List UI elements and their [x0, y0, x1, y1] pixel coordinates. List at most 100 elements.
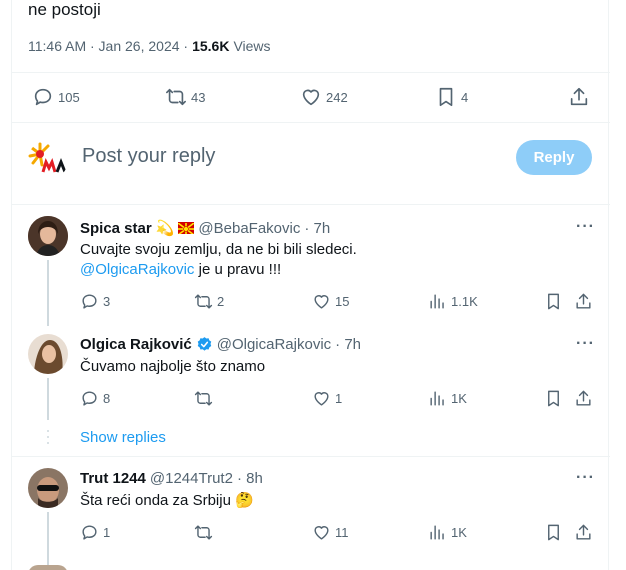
flag-mk-icon — [178, 222, 195, 234]
like-count: 242 — [326, 89, 348, 105]
retweet-action[interactable]: 43 — [165, 86, 205, 108]
user-handle[interactable]: @1244Trut2 — [150, 470, 233, 487]
divider — [12, 122, 610, 123]
reply-time[interactable]: · 7h — [335, 336, 361, 353]
retweet-action[interactable] — [194, 523, 217, 542]
bookmark-icon — [548, 293, 559, 310]
like-icon — [314, 392, 329, 406]
share-action[interactable] — [568, 86, 590, 108]
like-action[interactable]: 1 — [312, 389, 342, 408]
divider — [12, 204, 610, 205]
avatar-photo-icon — [28, 468, 68, 508]
bookmark-action[interactable] — [544, 523, 563, 542]
reply-header: Trut 1244 @1244Trut2 · 8h — [80, 470, 263, 487]
views-action[interactable]: 1K — [428, 389, 467, 408]
thread-line — [47, 260, 49, 326]
reply-text: Čuvamo najbolje što znamo — [80, 358, 266, 375]
reply-count: 105 — [58, 89, 80, 105]
like-action[interactable]: 11 — [312, 523, 349, 542]
like-count: 1 — [335, 391, 343, 406]
divider — [12, 72, 610, 73]
show-replies-link[interactable]: Show replies — [80, 429, 166, 446]
views-label: Views — [233, 38, 271, 54]
reply-text-line2: @OlgicaRajkovic je u pravu !!! — [80, 260, 357, 280]
views-count: 1K — [451, 525, 467, 540]
reply-header: Spica star 💫 @BebaFakovic · 7h — [80, 219, 330, 238]
retweet-action[interactable] — [194, 389, 217, 408]
more-icon[interactable]: ··· — [576, 218, 595, 236]
share-icon — [576, 293, 591, 309]
views-icon — [430, 294, 444, 309]
tweet-text: ne postoji — [28, 0, 101, 19]
retweet-icon — [194, 391, 213, 406]
retweet-icon — [166, 88, 186, 106]
share-action[interactable] — [574, 389, 593, 408]
user-name[interactable]: Trut 1244 — [80, 470, 146, 487]
bookmark-action[interactable] — [544, 292, 563, 311]
views-action[interactable]: 1K — [428, 523, 467, 542]
bookmark-icon — [548, 390, 559, 407]
mention-link[interactable]: @OlgicaRajkovic — [80, 261, 194, 278]
reply-count: 3 — [103, 294, 111, 309]
more-icon[interactable]: ··· — [576, 469, 595, 487]
retweet-action[interactable]: 2 — [194, 292, 224, 311]
like-action[interactable]: 242 — [300, 86, 348, 108]
reply-action[interactable]: 8 — [80, 389, 110, 408]
bookmark-icon — [439, 87, 453, 107]
avatar-photo-icon — [28, 334, 68, 374]
like-count: 15 — [335, 294, 350, 309]
reply-count: 8 — [103, 391, 111, 406]
reply-icon — [82, 525, 97, 540]
retweet-count: 2 — [217, 294, 225, 309]
reply-button[interactable]: Reply — [516, 140, 592, 175]
brand-logo-icon — [28, 142, 67, 173]
thread-line — [47, 378, 49, 420]
like-icon — [314, 295, 329, 309]
avatar[interactable] — [28, 334, 68, 374]
reply-icon — [82, 391, 97, 406]
bookmark-action[interactable]: 4 — [435, 86, 468, 108]
views-icon — [430, 525, 444, 540]
views-count: 1.1K — [451, 294, 478, 309]
like-icon — [314, 526, 329, 540]
reply-text-line1: Cuvajte svoju zemlju, da ne bi bili sled… — [80, 241, 357, 258]
views-action[interactable]: 1.1K — [428, 292, 478, 311]
avatar[interactable] — [28, 468, 68, 508]
thread-dots — [47, 430, 49, 448]
bookmark-count: 4 — [461, 89, 469, 105]
user-handle[interactable]: @BebaFakovic — [198, 220, 300, 237]
user-name[interactable]: Spica star — [80, 220, 152, 237]
like-icon — [302, 89, 320, 106]
reply-input[interactable]: Post your reply — [82, 145, 215, 168]
user-handle[interactable]: @OlgicaRajkovic — [217, 336, 331, 353]
reply-action[interactable]: 105 — [32, 86, 80, 108]
reply-action[interactable]: 3 — [80, 292, 110, 311]
user-avatar[interactable] — [28, 140, 68, 180]
avatar[interactable] — [28, 565, 68, 570]
tweet-timestamp[interactable]: 11:46 AM · Jan 26, 2024 · — [28, 38, 188, 54]
reply-time[interactable]: · 8h — [237, 470, 263, 487]
reply-count: 1 — [103, 525, 111, 540]
avatar[interactable] — [28, 216, 68, 256]
like-action[interactable]: 15 — [312, 292, 349, 311]
share-icon — [570, 87, 588, 106]
share-icon — [576, 524, 591, 540]
verified-icon — [197, 337, 211, 351]
more-icon[interactable]: ··· — [576, 335, 595, 353]
reply-text-line2-rest: je u pravu !!! — [194, 261, 282, 278]
reply-action[interactable]: 1 — [80, 523, 110, 542]
reply-time[interactable]: · 7h — [304, 220, 330, 237]
share-action[interactable] — [574, 523, 593, 542]
reply-header: Olgica Rajković @OlgicaRajkovic · 7h — [80, 336, 361, 353]
retweet-count: 43 — [191, 89, 206, 105]
views-count: 15.6K — [192, 38, 230, 54]
views-count: 1K — [451, 391, 467, 406]
bookmark-icon — [548, 524, 559, 541]
tweet-meta: 11:46 AM · Jan 26, 2024 · 15.6K Views — [28, 38, 271, 54]
reply-icon — [34, 88, 52, 106]
thread-line — [47, 512, 49, 570]
bookmark-action[interactable] — [544, 389, 563, 408]
share-action[interactable] — [574, 292, 593, 311]
user-name[interactable]: Olgica Rajković — [80, 336, 192, 353]
reply-icon — [82, 294, 97, 309]
